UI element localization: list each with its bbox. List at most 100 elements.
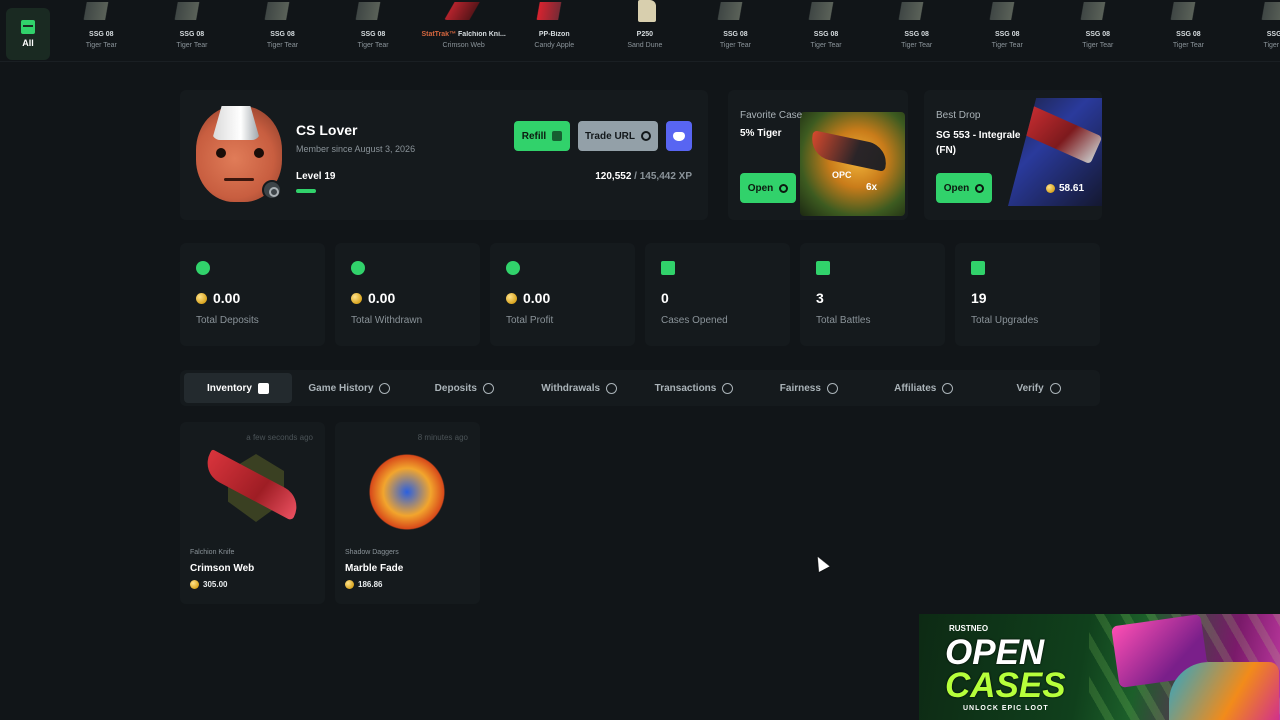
coin-icon (345, 580, 354, 589)
best-drop-name: SG 553 - Integrale (FN) (936, 130, 1021, 156)
ticker-item-name: SSG 08 (360, 31, 386, 38)
ticker-item[interactable]: P250 Sand Dune (600, 0, 691, 58)
item-image (199, 444, 305, 540)
swords-icon (816, 261, 830, 275)
ticker-item-title: P250 (600, 31, 691, 38)
tab-label: Fairness (779, 382, 821, 394)
ticker-item[interactable]: SSG 08 Tiger Tear (1053, 0, 1144, 58)
stat-card: 0.00 Total Withdrawn (335, 243, 480, 346)
ticker-item[interactable]: SSG 08 Tiger Tear (1234, 0, 1280, 58)
stat-value: 0.00 (506, 290, 550, 306)
live-drops-ticker: All SSG 08 Tiger Tear SSG 08 Tiger Tear SSG … (0, 0, 1280, 62)
tab-fairness[interactable]: Fairness (751, 373, 866, 403)
key-icon (779, 183, 789, 193)
ticker-item[interactable]: SSG 08 Tiger Tear (690, 0, 781, 58)
tab-icon (606, 382, 618, 394)
withdraw-icon (351, 261, 365, 275)
ticker-item-skin: Tiger Tear (357, 42, 389, 49)
ticker-item-skin: Candy Apple (534, 42, 575, 49)
ticker-item[interactable]: SSG 08 Tiger Tear (871, 0, 962, 58)
coin-icon (196, 292, 207, 304)
tab-transactions[interactable]: Transactions (637, 373, 752, 403)
best-drop-open-button[interactable]: Open (936, 173, 992, 203)
ticker-item-name: P250 (636, 31, 654, 38)
refill-label: Refill (521, 130, 547, 142)
favorite-case-name: 5% Tiger (740, 128, 782, 139)
tab-label: Transactions (654, 382, 717, 394)
tab-label: Deposits (434, 382, 477, 394)
tab-deposits[interactable]: Deposits (407, 373, 522, 403)
ticker-item-title: SSG 08 (1143, 31, 1234, 38)
ticker-item[interactable]: SSG 08 Tiger Tear (237, 0, 328, 58)
ticker-item[interactable]: SSG 08 Tiger Tear (56, 0, 147, 58)
ticker-item-skin: Crimson Web (442, 42, 485, 49)
tab-inventory[interactable]: Inventory (184, 373, 292, 403)
item-price-value: 305.00 (203, 580, 228, 589)
ticker-item[interactable]: SSG 08 Tiger Tear (962, 0, 1053, 58)
stat-card: 0.00 Total Deposits (180, 243, 325, 346)
inventory-item[interactable]: 8 minutes ago Shadow Daggers Marble Fade… (335, 422, 480, 604)
favorite-case-title: Favorite Case (740, 110, 803, 121)
weapon-image (806, 2, 847, 20)
refill-button[interactable]: Refill (514, 121, 570, 151)
tab-affiliates[interactable]: Affiliates (866, 373, 981, 403)
tab-verify[interactable]: Verify (981, 373, 1096, 403)
ticker-item[interactable]: SSG 08 Tiger Tear (328, 0, 419, 58)
tab-icon (826, 382, 838, 394)
ticker-item-title: StatTrak™ Falchion Kni... (418, 31, 509, 38)
trade-url-button[interactable]: Trade URL (578, 121, 658, 151)
stat-value-text: 0 (661, 290, 669, 306)
tab-game-history[interactable]: Game History (292, 373, 407, 403)
ad-dragon-image (1169, 662, 1279, 720)
ticker-item-name: SSG 08 (904, 31, 929, 38)
inventory-item[interactable]: a few seconds ago Falchion Knife Crimson… (180, 422, 325, 604)
profile-tabs: Inventory Game History Deposits Withdrawals… (180, 370, 1100, 406)
tab-label: Withdrawals (541, 382, 601, 394)
ticker-item[interactable]: SSG 08 Tiger Tear (1143, 0, 1234, 58)
tab-icon (1049, 382, 1061, 394)
ticker-item-name: SSG 08 (270, 31, 295, 38)
stat-value-text: 0.00 (213, 290, 241, 306)
open-label: Open (943, 182, 970, 194)
stat-card: 3 Total Battles (800, 243, 945, 346)
ticker-item-name: SSG 08 (994, 31, 1020, 38)
ticker-item-skin: Tiger Tear (176, 42, 208, 49)
item-price: 305.00 (190, 580, 227, 589)
ticker-item[interactable]: PP-Bizon Candy Apple (509, 0, 600, 58)
tab-label: Game History (308, 382, 374, 394)
ticker-item[interactable]: StatTrak™ Falchion Kni... Crimson Web (418, 0, 509, 58)
ticker-item[interactable]: SSG 08 Tiger Tear (781, 0, 872, 58)
ticker-item-title: SSG 08 (962, 31, 1053, 38)
best-drop-title: Best Drop (936, 110, 981, 121)
stat-card: 19 Total Upgrades (955, 243, 1100, 346)
ticker-item[interactable]: SSG 08 Tiger Tear (147, 0, 238, 58)
favorite-case-open-button[interactable]: Open (740, 173, 796, 203)
best-drop-card: Best Drop SG 553 - Integrale (FN) Open 5… (924, 90, 1102, 220)
discord-button[interactable] (666, 121, 692, 151)
stattrak-prefix: StatTrak™ (421, 31, 457, 38)
ticker-item-skin: Tiger Tear (901, 42, 933, 49)
discord-icon (673, 131, 685, 141)
ticker-item-skin: Tiger Tear (1263, 42, 1280, 49)
open-cases-ad-banner[interactable]: RUSTNEO OPEN CASES UNLOCK EPIC LOOT (919, 614, 1280, 720)
chart-icon (971, 261, 985, 275)
level-progress-bar (296, 189, 316, 193)
trade-url-label: Trade URL (584, 130, 635, 142)
stat-value-text: 0.00 (523, 290, 551, 306)
ticker-item-skin: Sand Dune (627, 42, 663, 49)
xp-separator: / (631, 171, 640, 182)
ad-brand: RUSTNEO (949, 624, 989, 633)
stat-value: 19 (971, 290, 987, 306)
stat-value: 0.00 (351, 290, 395, 306)
ticker-filter-all[interactable]: All (6, 8, 50, 60)
stat-label: Total Withdrawn (351, 315, 423, 326)
tab-icon (258, 382, 269, 394)
wallet-icon (552, 131, 563, 141)
weapon-image (637, 0, 656, 22)
mouse-cursor (812, 554, 830, 572)
tab-icon (379, 382, 391, 394)
tab-withdrawals[interactable]: Withdrawals (522, 373, 637, 403)
ticker-item-title: SSG 08 (328, 31, 419, 38)
stat-value: 0.00 (196, 290, 240, 306)
item-price: 186.86 (345, 580, 382, 589)
